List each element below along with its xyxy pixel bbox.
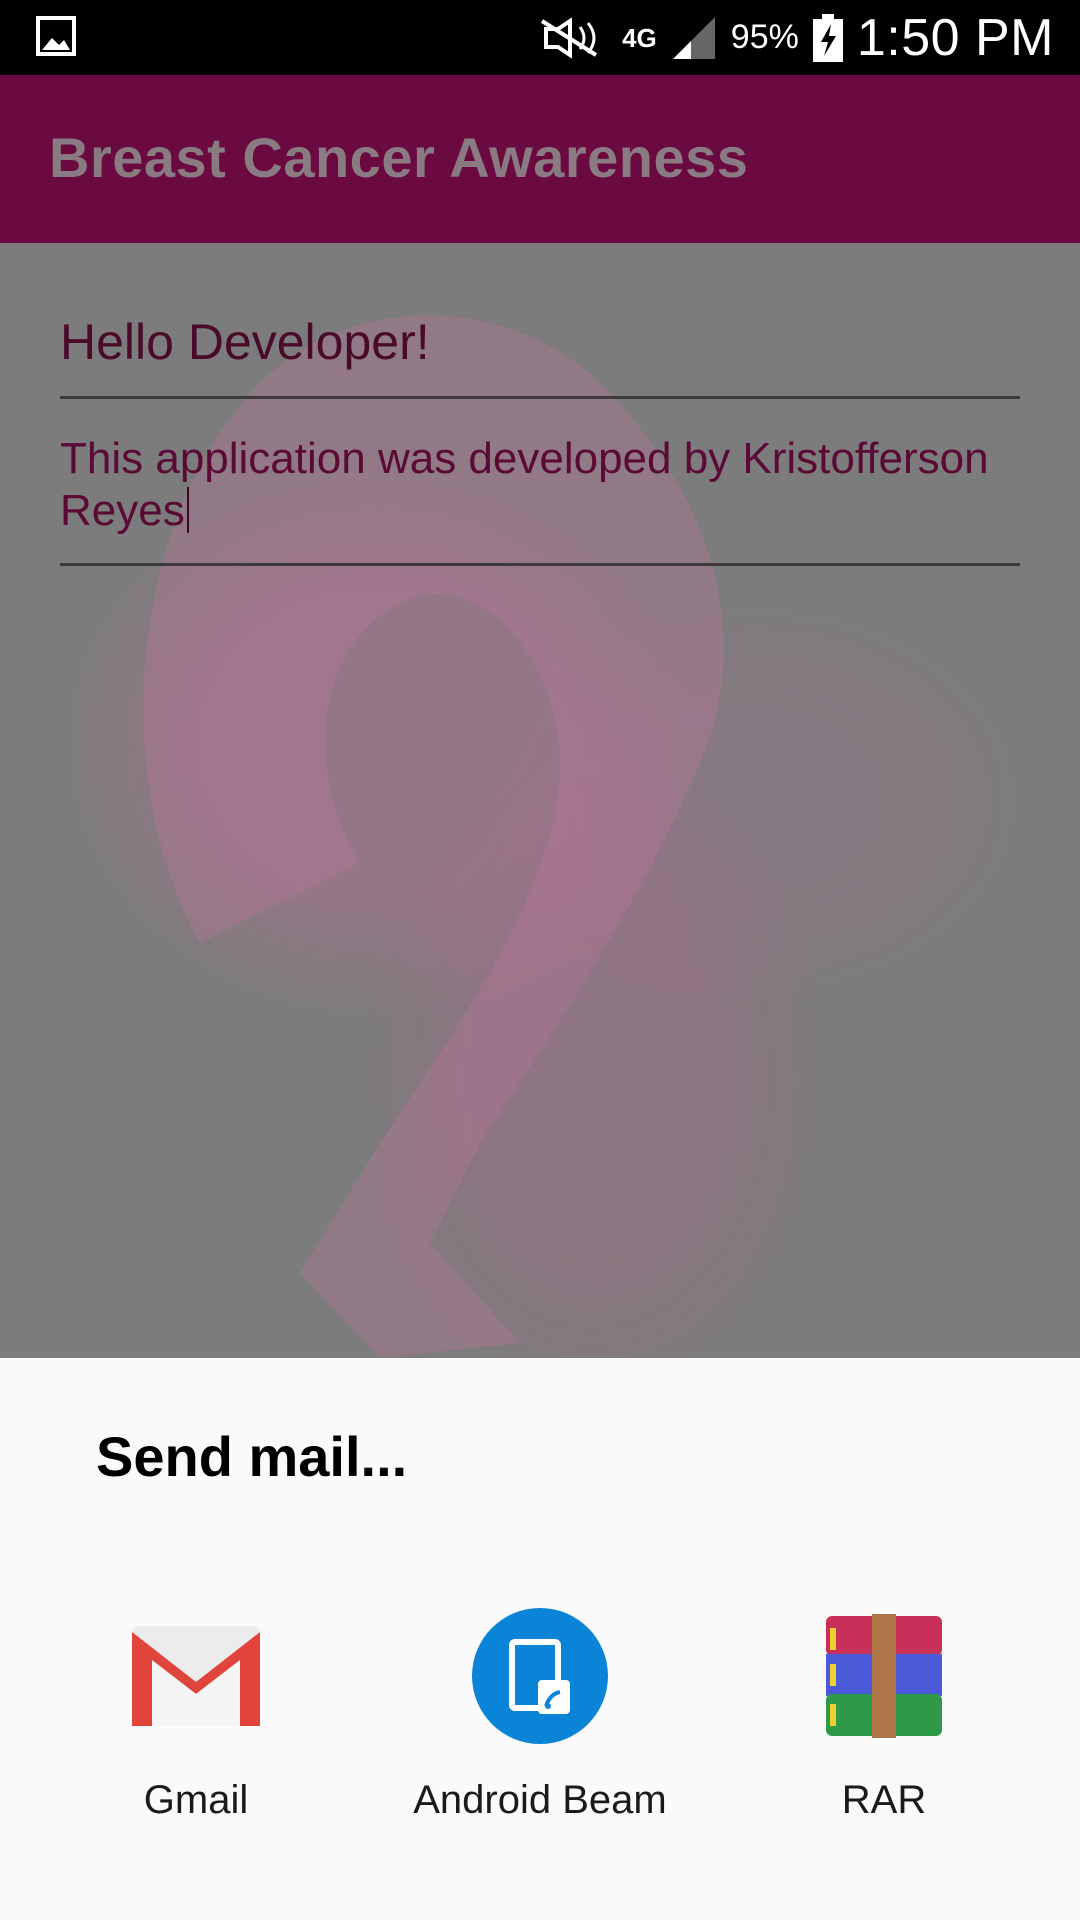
gallery-notification-icon <box>36 16 76 56</box>
share-sheet-title: Send mail... <box>96 1425 408 1488</box>
android-beam-icon <box>472 1608 608 1744</box>
status-icons: 4G 95% 1:50 PM <box>536 0 1054 75</box>
network-type: 4G <box>622 22 657 53</box>
mute-icon <box>541 16 598 59</box>
message-text: This application was developed by Kristo… <box>60 434 989 535</box>
share-target-rar[interactable]: RAR <box>734 1608 1034 1868</box>
share-target-label: Gmail <box>143 1778 249 1822</box>
app-bar: Breast Cancer Awareness <box>0 75 1080 243</box>
share-target-label: Android Beam <box>413 1778 667 1822</box>
share-target-label: RAR <box>841 1778 927 1822</box>
subject-field[interactable]: Hello Developer! <box>60 313 1020 371</box>
status-bar: 4G 95% 1:50 PM <box>0 0 1080 75</box>
message-underline <box>60 563 1020 566</box>
share-sheet: Send mail... Gmail Android Beam RAR <box>0 1358 1080 1920</box>
battery-charging-icon <box>812 13 843 62</box>
pink-ribbon-background <box>143 315 724 1358</box>
subject-underline <box>60 396 1020 399</box>
text-cursor <box>186 487 189 533</box>
rar-icon <box>826 1614 942 1738</box>
app-title: Breast Cancer Awareness <box>49 126 749 189</box>
share-target-gmail[interactable]: Gmail <box>46 1608 346 1868</box>
battery-percent: 95% <box>730 18 799 56</box>
share-target-android-beam[interactable]: Android Beam <box>390 1608 690 1868</box>
signal-icon <box>672 16 715 59</box>
clock: 1:50 PM <box>856 8 1054 67</box>
message-field[interactable]: This application was developed by Kristo… <box>60 433 1020 537</box>
email-form: Hello Developer! This application was de… <box>0 243 1080 1358</box>
gmail-icon <box>132 1626 260 1726</box>
